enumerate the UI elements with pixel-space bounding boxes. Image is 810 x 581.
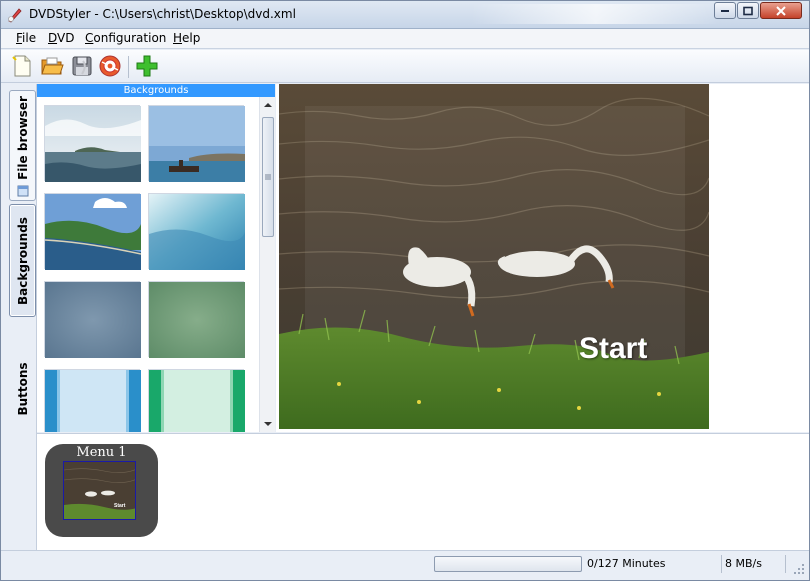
scroll-down-arrow[interactable] (260, 416, 276, 432)
close-button[interactable] (760, 2, 802, 19)
save-icon (72, 56, 92, 76)
menu-configuration[interactable]: Configuration (82, 31, 169, 45)
menu-thumbnail[interactable]: Menu 1 Start (45, 444, 158, 537)
tab-backgrounds[interactable]: Backgrounds (9, 204, 36, 317)
burn-icon (99, 55, 121, 77)
tab-backgrounds-label: Backgrounds (15, 216, 30, 305)
status-bar: 0/127 Minutes 8 MB/s (1, 550, 809, 580)
save-button[interactable] (70, 54, 94, 78)
status-minutes: 0/127 Minutes (587, 557, 666, 570)
menus-list: Menu 1 Start (37, 433, 809, 550)
status-rate: 8 MB/s (725, 557, 762, 570)
background-thumbnail[interactable] (44, 193, 142, 270)
panel-header: Backgrounds (37, 84, 275, 97)
tab-buttons-label: Buttons (15, 362, 30, 416)
title-bar[interactable]: DVDStyler - C:\Users\christ\Desktop\dvd.… (1, 1, 809, 29)
menu-bar: File DVD Configuration Help (1, 29, 809, 49)
close-icon (776, 5, 786, 16)
file-browser-icon (17, 185, 29, 197)
backgrounds-scrollbar[interactable] (259, 97, 275, 432)
backgrounds-list (37, 97, 259, 432)
chevron-down-icon (264, 422, 272, 426)
background-thumbnail[interactable] (44, 105, 141, 182)
background-thumbnail[interactable] (148, 281, 245, 358)
maximize-icon (743, 6, 753, 15)
tab-file-browser[interactable]: File browser (9, 90, 36, 201)
menu-title: Menu 1 (76, 445, 127, 460)
chevron-up-icon (264, 103, 272, 107)
dvdstyler-app-icon (7, 7, 23, 23)
menu-preview-image: Start (63, 461, 136, 520)
add-icon (136, 55, 158, 77)
add-button[interactable] (135, 54, 159, 78)
start-button[interactable]: Start (579, 332, 647, 366)
window-title: DVDStyler - C:\Users\christ\Desktop\dvd.… (29, 7, 296, 21)
new-button[interactable] (10, 54, 34, 78)
menu-dvd[interactable]: DVD (45, 31, 77, 45)
background-thumbnail[interactable] (44, 281, 141, 358)
grip-icon (265, 174, 271, 180)
svg-text:Start: Start (114, 503, 126, 509)
menu-help[interactable]: Help (170, 31, 203, 45)
scroll-thumb[interactable] (262, 117, 274, 237)
toolbar (1, 50, 809, 83)
application-window: DVDStyler - C:\Users\christ\Desktop\dvd.… (0, 0, 810, 581)
minimize-button[interactable] (714, 2, 736, 19)
open-icon (41, 57, 64, 75)
tab-buttons[interactable]: Buttons (9, 320, 36, 430)
menu-file[interactable]: File (13, 31, 39, 45)
maximize-button[interactable] (737, 2, 759, 19)
menu-preview-canvas[interactable]: Start (279, 84, 709, 429)
tab-file-browser-label: File browser (15, 95, 30, 180)
burn-button[interactable] (98, 54, 122, 78)
backgrounds-panel: Backgrounds (37, 84, 275, 432)
background-thumbnail[interactable] (148, 105, 245, 182)
resize-grip-icon[interactable] (793, 563, 805, 575)
menu-editor: Start (276, 84, 809, 432)
new-icon (12, 55, 31, 77)
side-tabs: File browser Backgrounds Buttons (1, 84, 37, 550)
minimize-icon (721, 9, 729, 12)
open-button[interactable] (40, 54, 64, 78)
swans-background-image (279, 84, 709, 429)
scroll-up-arrow[interactable] (260, 97, 276, 113)
background-thumbnail[interactable] (148, 369, 245, 432)
background-thumbnail[interactable] (148, 193, 245, 270)
background-thumbnail[interactable] (44, 369, 141, 432)
disc-usage-progress (434, 556, 582, 572)
